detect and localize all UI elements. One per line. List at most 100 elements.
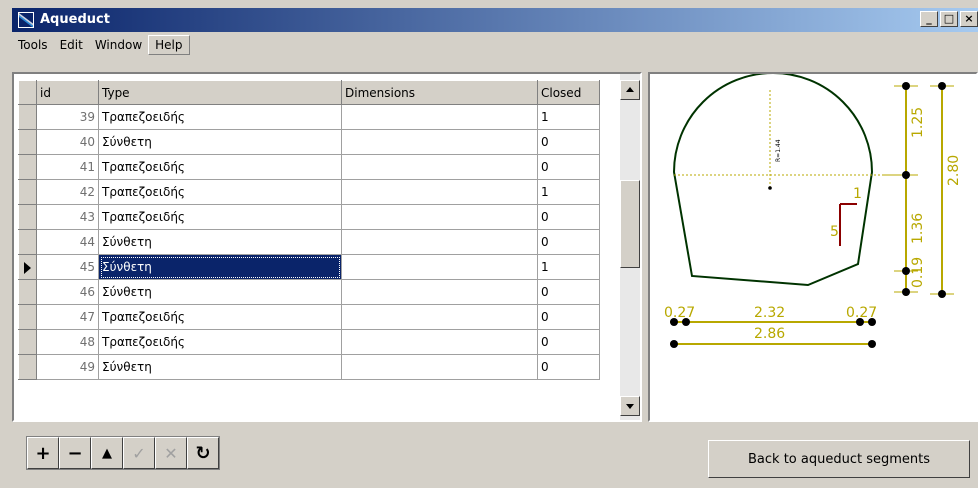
menu-window[interactable]: Window — [89, 36, 148, 54]
cell-id[interactable]: 43 — [36, 204, 99, 230]
column-header-dimensions[interactable]: Dimensions — [341, 80, 538, 105]
table-row[interactable]: 44 Σύνθετη 0 — [18, 229, 600, 255]
table-row[interactable]: 47 Τραπεζοειδής 0 — [18, 304, 600, 330]
column-header-type[interactable]: Type — [98, 80, 342, 105]
cell-id[interactable]: 40 — [36, 129, 99, 155]
cell-id[interactable]: 39 — [36, 104, 99, 130]
height-node-bottom — [902, 288, 910, 296]
menu-help[interactable]: Help — [148, 35, 190, 55]
cell-closed[interactable]: 1 — [537, 179, 600, 205]
title-bar[interactable]: Aqueduct _ □ × — [12, 8, 978, 32]
cell-type[interactable]: Σύνθετη — [98, 354, 342, 380]
table-row[interactable]: 40 Σύνθετη 0 — [18, 129, 600, 155]
row-indicator[interactable] — [18, 154, 37, 180]
cell-dimensions[interactable] — [341, 154, 538, 180]
cell-type[interactable]: Σύνθετη — [98, 229, 342, 255]
cell-id[interactable]: 46 — [36, 279, 99, 305]
cell-closed[interactable]: 1 — [537, 254, 600, 280]
column-header-id[interactable]: id — [36, 80, 99, 105]
add-record-button[interactable]: + — [27, 437, 59, 469]
total-height-node-top — [938, 82, 946, 90]
menu-tools[interactable]: Tools — [12, 36, 54, 54]
cell-type[interactable]: Τραπεζοειδής — [98, 154, 342, 180]
cell-id[interactable]: 42 — [36, 179, 99, 205]
table-row-selected[interactable]: 45 Σύνθετη 1 — [18, 254, 600, 280]
cell-id[interactable]: 47 — [36, 304, 99, 330]
cell-type[interactable]: Τραπεζοειδής — [98, 179, 342, 205]
row-indicator[interactable] — [18, 329, 37, 355]
cell-closed[interactable]: 1 — [537, 104, 600, 130]
back-to-aqueduct-segments-button[interactable]: Back to aqueduct segments — [708, 440, 970, 478]
scroll-down-button[interactable] — [620, 396, 640, 416]
cell-dimensions[interactable] — [341, 329, 538, 355]
grid-vertical-scrollbar[interactable] — [620, 74, 640, 420]
cross-section-drawing-panel: R=1.44 1 5 1.25 1.36 0.19 2.80 0.27 2.32… — [648, 72, 978, 422]
row-indicator[interactable] — [18, 279, 37, 305]
cell-dimensions[interactable] — [341, 354, 538, 380]
cell-type[interactable]: Τραπεζοειδής — [98, 204, 342, 230]
cell-closed[interactable]: 0 — [537, 354, 600, 380]
table-row[interactable]: 41 Τραπεζοειδής 0 — [18, 154, 600, 180]
cell-closed[interactable]: 0 — [537, 204, 600, 230]
cell-type[interactable]: Τραπεζοειδής — [98, 304, 342, 330]
cell-dimensions[interactable] — [341, 129, 538, 155]
height-label-wall: 1.36 — [910, 213, 926, 244]
cell-type[interactable]: Τραπεζοειδής — [98, 104, 342, 130]
total-width-node-left — [670, 340, 678, 348]
cell-type[interactable]: Σύνθετη — [98, 129, 342, 155]
cell-dimensions[interactable] — [341, 204, 538, 230]
scrollbar-thumb[interactable] — [620, 180, 640, 268]
row-indicator[interactable] — [18, 254, 37, 280]
column-header-closed[interactable]: Closed — [537, 80, 600, 105]
cell-dimensions[interactable] — [341, 304, 538, 330]
move-up-button[interactable]: ▲ — [91, 437, 123, 469]
cell-id[interactable]: 41 — [36, 154, 99, 180]
cell-dimensions[interactable] — [341, 279, 538, 305]
row-indicator[interactable] — [18, 179, 37, 205]
cell-closed[interactable]: 0 — [537, 329, 600, 355]
cell-dimensions[interactable] — [341, 104, 538, 130]
row-indicator[interactable] — [18, 229, 37, 255]
minimize-button[interactable]: _ — [920, 11, 938, 27]
segments-grid[interactable]: id Type Dimensions Closed 39 Τραπεζοειδής… — [12, 72, 642, 422]
row-indicator[interactable] — [18, 104, 37, 130]
row-indicator[interactable] — [18, 354, 37, 380]
table-row[interactable]: 42 Τραπεζοειδής 1 — [18, 179, 600, 205]
cell-dimensions[interactable] — [341, 254, 538, 280]
cell-closed[interactable]: 0 — [537, 304, 600, 330]
table-row[interactable]: 46 Σύνθετη 0 — [18, 279, 600, 305]
scroll-up-button[interactable] — [620, 80, 640, 100]
close-button[interactable]: × — [960, 11, 978, 27]
cell-type[interactable]: Σύνθετη — [98, 279, 342, 305]
table-row[interactable]: 48 Τραπεζοειδής 0 — [18, 329, 600, 355]
cell-type[interactable]: Τραπεζοειδής — [98, 329, 342, 355]
table-row[interactable]: 49 Σύνθετη 0 — [18, 354, 600, 380]
cell-id[interactable]: 44 — [36, 229, 99, 255]
record-navigator-toolbar: + − ▲ ✓ ✕ ↻ — [26, 436, 220, 470]
menu-edit[interactable]: Edit — [54, 36, 89, 54]
table-row[interactable]: 43 Τραπεζοειδής 0 — [18, 204, 600, 230]
row-indicator[interactable] — [18, 204, 37, 230]
cell-closed[interactable]: 0 — [537, 279, 600, 305]
cell-id[interactable]: 45 — [36, 254, 99, 280]
row-indicator[interactable] — [18, 304, 37, 330]
width-label-left: 0.27 — [664, 305, 695, 321]
cell-id[interactable]: 49 — [36, 354, 99, 380]
table-row[interactable]: 39 Τραπεζοειδής 1 — [18, 104, 600, 130]
cell-closed[interactable]: 0 — [537, 154, 600, 180]
cell-id[interactable]: 48 — [36, 329, 99, 355]
row-indicator[interactable] — [18, 129, 37, 155]
cell-dimensions[interactable] — [341, 179, 538, 205]
delete-record-button[interactable]: − — [59, 437, 91, 469]
post-edit-button[interactable]: ✓ — [123, 437, 155, 469]
cell-type[interactable]: Σύνθετη — [98, 254, 342, 280]
total-width-node-right — [868, 340, 876, 348]
maximize-button[interactable]: □ — [940, 11, 958, 27]
radius-label: R=1.44 — [775, 139, 782, 162]
arrow-down-icon — [626, 404, 634, 409]
cell-closed[interactable]: 0 — [537, 129, 600, 155]
cancel-edit-button[interactable]: ✕ — [155, 437, 187, 469]
cell-dimensions[interactable] — [341, 229, 538, 255]
cell-closed[interactable]: 0 — [537, 229, 600, 255]
refresh-button[interactable]: ↻ — [187, 437, 219, 469]
